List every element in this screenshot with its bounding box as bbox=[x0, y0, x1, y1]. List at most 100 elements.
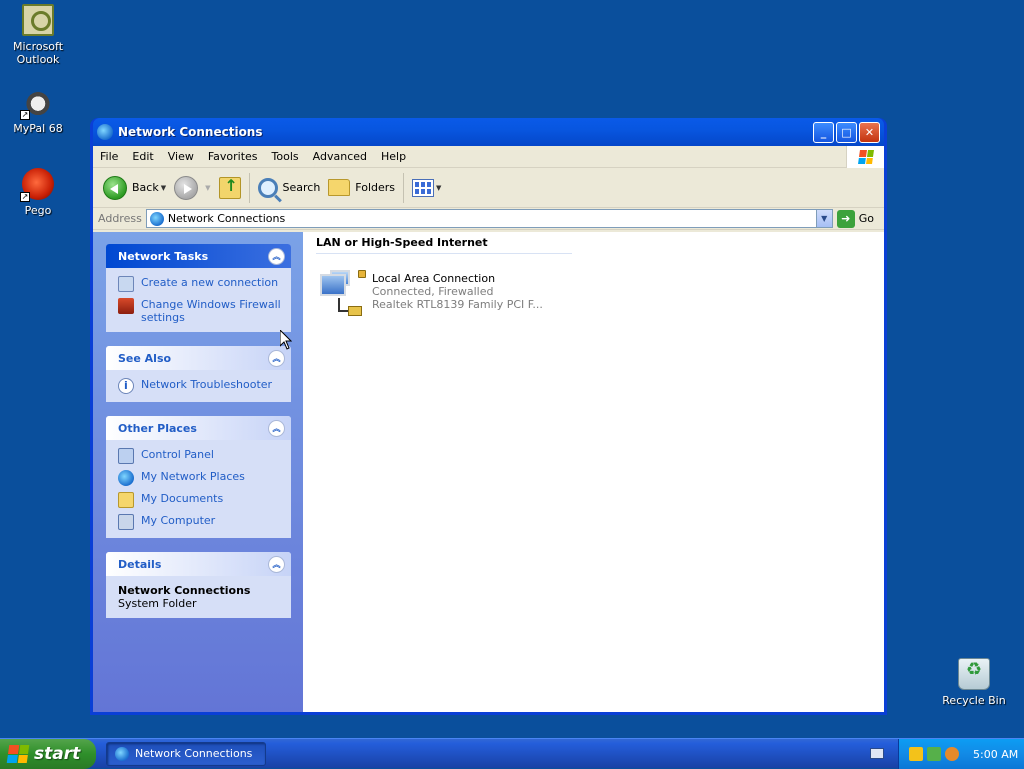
network-tray-icon[interactable] bbox=[927, 747, 941, 761]
desktop-icon-recycle-bin[interactable]: Recycle Bin bbox=[934, 658, 1014, 707]
search-tray-icon[interactable] bbox=[945, 747, 959, 761]
back-arrow-icon bbox=[103, 175, 127, 200]
menu-view[interactable]: View bbox=[161, 150, 201, 163]
place-label: Control Panel bbox=[141, 448, 214, 461]
mouse-cursor-icon bbox=[279, 328, 293, 353]
task-change-firewall[interactable]: Change Windows Firewall settings bbox=[118, 298, 283, 324]
control-panel-icon bbox=[118, 448, 134, 464]
back-button[interactable]: Back ▼ bbox=[99, 172, 170, 204]
back-label: Back bbox=[132, 181, 159, 194]
network-connections-icon bbox=[149, 211, 164, 226]
task-label: Network Troubleshooter bbox=[141, 378, 273, 391]
views-dropdown-icon: ▼ bbox=[436, 183, 442, 192]
toolbar-separator bbox=[403, 172, 405, 203]
menu-advanced[interactable]: Advanced bbox=[306, 150, 374, 163]
details-header[interactable]: Details ︽ bbox=[106, 552, 291, 576]
folders-icon bbox=[328, 179, 351, 196]
menu-tools[interactable]: Tools bbox=[265, 150, 306, 163]
desktop-icon-label: MyPal 68 bbox=[13, 122, 63, 135]
task-label: Change Windows Firewall settings bbox=[141, 298, 281, 324]
my-computer-icon bbox=[118, 514, 134, 530]
see-also-header[interactable]: See Also ︽ bbox=[106, 346, 291, 370]
maximize-button[interactable]: □ bbox=[836, 121, 857, 143]
title-bar[interactable]: Network Connections _ □ ✕ bbox=[93, 118, 884, 146]
place-label: My Network Places bbox=[141, 470, 245, 483]
mypal-icon: ↗ bbox=[20, 86, 54, 120]
shortcut-arrow-icon: ↗ bbox=[20, 192, 30, 202]
desktop-icon-label: Pego bbox=[24, 204, 52, 217]
new-connection-icon bbox=[118, 276, 134, 292]
network-tasks-header[interactable]: Network Tasks ︽ bbox=[106, 244, 291, 268]
network-connections-window: Network Connections _ □ ✕ File Edit View… bbox=[90, 118, 887, 715]
go-button[interactable]: ➜ Go bbox=[836, 209, 874, 228]
menu-edit[interactable]: Edit bbox=[125, 150, 160, 163]
place-my-computer[interactable]: My Computer bbox=[118, 514, 283, 530]
minimize-button[interactable]: _ bbox=[813, 121, 834, 143]
group-header: LAN or High-Speed Internet bbox=[316, 236, 572, 254]
firewall-lock-icon bbox=[358, 270, 366, 278]
desktop-icon-outlook[interactable]: Microsoft Outlook bbox=[0, 4, 78, 66]
forward-button[interactable]: ▼ bbox=[170, 172, 214, 204]
go-arrow-icon: ➜ bbox=[836, 209, 855, 228]
firewall-icon bbox=[118, 298, 134, 314]
collapse-chevron-icon[interactable]: ︽ bbox=[268, 419, 285, 437]
task-create-connection[interactable]: Create a new connection bbox=[118, 276, 283, 292]
outlook-icon bbox=[22, 4, 54, 36]
place-my-network-places[interactable]: My Network Places bbox=[118, 470, 283, 486]
close-button[interactable]: ✕ bbox=[859, 121, 880, 143]
network-connections-icon bbox=[97, 124, 113, 140]
menu-favorites[interactable]: Favorites bbox=[201, 150, 265, 163]
windows-logo-icon bbox=[6, 744, 30, 763]
clock[interactable]: 5:00 AM bbox=[973, 748, 1018, 761]
search-button[interactable]: Search bbox=[254, 172, 325, 204]
up-folder-button[interactable] bbox=[215, 172, 245, 204]
keyboard-layout-icon[interactable] bbox=[870, 748, 884, 759]
connection-item[interactable]: Local Area Connection Connected, Firewal… bbox=[318, 270, 884, 318]
task-network-troubleshooter[interactable]: Network Troubleshooter bbox=[118, 378, 283, 394]
shortcut-arrow-icon: ↗ bbox=[20, 110, 30, 120]
security-shield-icon[interactable] bbox=[909, 747, 923, 761]
desktop-icon-mypal[interactable]: ↗ MyPal 68 bbox=[0, 86, 78, 135]
connection-status: Connected, Firewalled bbox=[372, 285, 494, 298]
collapse-chevron-icon[interactable]: ︽ bbox=[268, 247, 285, 265]
file-view: LAN or High-Speed Internet Local Area Co… bbox=[303, 232, 884, 712]
start-button[interactable]: start bbox=[0, 738, 96, 769]
taskbar-button-network-connections[interactable]: Network Connections bbox=[106, 741, 266, 766]
address-dropdown-icon[interactable]: ▼ bbox=[815, 210, 832, 227]
details-type: System Folder bbox=[118, 597, 197, 610]
info-icon bbox=[118, 378, 134, 394]
toolbar-separator bbox=[248, 172, 250, 203]
address-field[interactable]: Network Connections ▼ bbox=[145, 209, 833, 228]
folders-button[interactable]: Folders bbox=[324, 172, 399, 204]
details-box: Details ︽ Network Connections System Fol… bbox=[106, 552, 291, 618]
menu-file[interactable]: File bbox=[93, 150, 125, 163]
network-connections-icon bbox=[115, 746, 129, 761]
forward-arrow-icon bbox=[174, 175, 199, 200]
views-button[interactable]: ▼ bbox=[408, 172, 445, 204]
network-tasks-title: Network Tasks bbox=[118, 249, 209, 263]
menu-help[interactable]: Help bbox=[374, 150, 413, 163]
go-label: Go bbox=[858, 212, 874, 225]
back-dropdown-icon[interactable]: ▼ bbox=[161, 184, 166, 192]
task-pane: Network Tasks ︽ Create a new connection … bbox=[93, 232, 303, 712]
window-body: File Edit View Favorites Tools Advanced … bbox=[93, 146, 884, 712]
desktop-icon-label: Microsoft bbox=[12, 40, 64, 53]
address-value: Network Connections bbox=[167, 212, 286, 225]
place-my-documents[interactable]: My Documents bbox=[118, 492, 283, 508]
search-label: Search bbox=[282, 181, 321, 194]
place-label: My Computer bbox=[141, 514, 216, 527]
other-places-box: Other Places ︽ Control Panel My Network … bbox=[106, 416, 291, 538]
place-label: My Documents bbox=[141, 492, 224, 505]
search-icon bbox=[257, 177, 278, 198]
place-control-panel[interactable]: Control Panel bbox=[118, 448, 283, 464]
collapse-chevron-icon[interactable]: ︽ bbox=[268, 555, 285, 573]
desktop-icon-label: Recycle Bin bbox=[942, 694, 1006, 707]
details-name: Network Connections bbox=[118, 584, 251, 597]
system-tray: 5:00 AM bbox=[898, 739, 1024, 769]
forward-dropdown-icon[interactable]: ▼ bbox=[205, 184, 210, 192]
desktop-icon-pego[interactable]: ↗ Pego bbox=[0, 168, 78, 217]
network-tasks-box: Network Tasks ︽ Create a new connection … bbox=[106, 244, 291, 332]
other-places-header[interactable]: Other Places ︽ bbox=[106, 416, 291, 440]
taskbar: start Network Connections 5:00 AM bbox=[0, 738, 1024, 769]
see-also-box: See Also ︽ Network Troubleshooter bbox=[106, 346, 291, 402]
